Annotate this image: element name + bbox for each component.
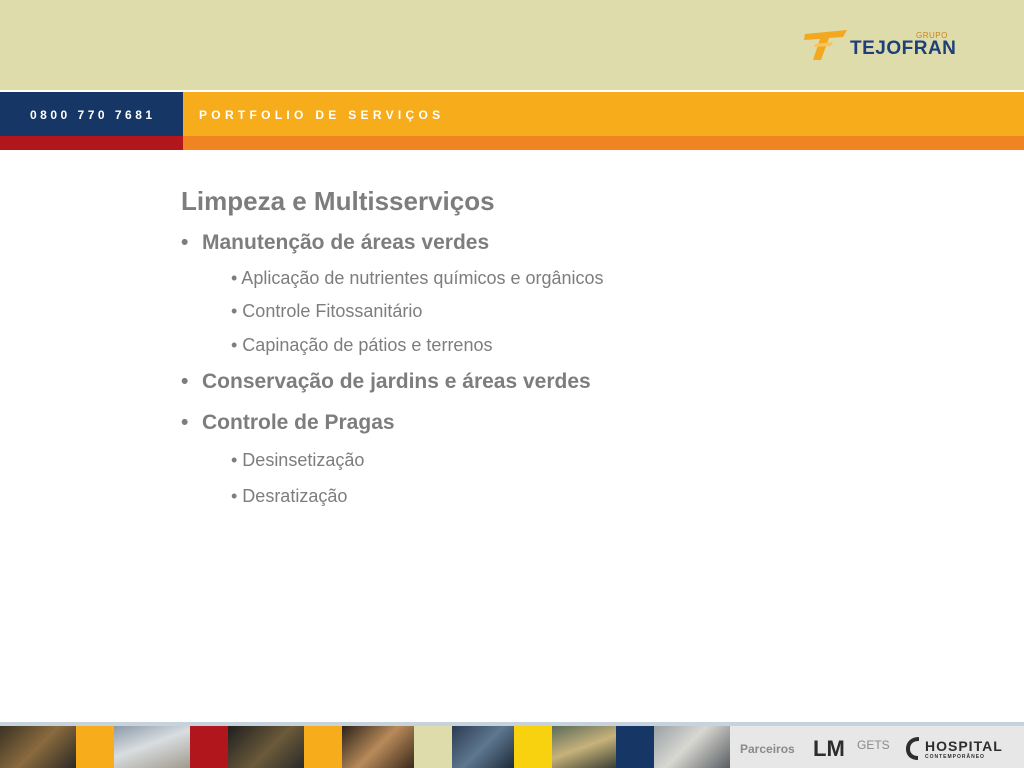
red-stripe	[0, 136, 183, 150]
section-bar: PORTFOLIO DE SERVIÇOS	[183, 92, 1024, 136]
list-item-label: Controle de Pragas	[202, 411, 395, 434]
slide-title: Limpeza e Multisserviços	[181, 186, 495, 216]
color-tile	[616, 726, 654, 768]
sub-list-item: • Controle Fitossanitário	[231, 301, 423, 321]
bullet: •	[181, 231, 189, 254]
tejofran-logo: GRUPO TEJOFRAN	[803, 26, 963, 66]
tejofran-logo-icon	[804, 30, 847, 60]
gets-logo-text: GETS	[857, 738, 890, 752]
worker-photo	[228, 726, 304, 768]
list-item-label: Manutenção de áreas verdes	[202, 231, 490, 254]
worker-photo	[654, 726, 730, 768]
color-tile	[514, 726, 552, 768]
bullet: •	[181, 370, 189, 393]
lm-logo: LM	[813, 736, 845, 761]
sub-list-item: • Desratização	[231, 486, 348, 506]
list-item: • Conservação de jardins e áreas verdes	[181, 370, 591, 394]
worker-photo	[452, 726, 514, 768]
color-tile	[76, 726, 114, 768]
phone-bar: 0800 770 7681	[0, 92, 183, 136]
list-item-label: Conservação de jardins e áreas verdes	[202, 370, 591, 393]
worker-photo	[114, 726, 190, 768]
phone-number: 0800 770 7681	[30, 108, 156, 122]
color-tile	[414, 726, 452, 768]
worker-photo	[342, 726, 414, 768]
orange-stripe	[183, 136, 1024, 150]
partners-label: Parceiros	[740, 742, 795, 756]
list-item: • Manutenção de áreas verdes	[181, 231, 489, 255]
list-item: • Controle de Pragas	[181, 411, 395, 435]
worker-photo	[552, 726, 616, 768]
hospital-logo-text: HOSPITAL	[925, 738, 1003, 754]
hospital-logo-subtext: CONTEMPORÂNEO	[925, 754, 985, 760]
bullet: •	[181, 411, 189, 434]
worker-photo	[0, 726, 76, 768]
color-tile	[190, 726, 228, 768]
sub-list-item: • Capinação de pátios e terrenos	[231, 335, 493, 355]
sub-list-item: • Aplicação de nutrientes químicos e org…	[231, 268, 604, 288]
color-tile	[304, 726, 342, 768]
logo-brand-text: TEJOFRAN	[850, 38, 957, 59]
section-title: PORTFOLIO DE SERVIÇOS	[199, 108, 445, 122]
partners-panel: Parceiros LM GETS HOSPITAL CONTEMPORÂNEO	[730, 726, 1024, 768]
photo-strip	[0, 726, 730, 768]
sub-list-item: • Desinsetização	[231, 450, 365, 470]
hospital-logo-icon	[906, 737, 919, 760]
